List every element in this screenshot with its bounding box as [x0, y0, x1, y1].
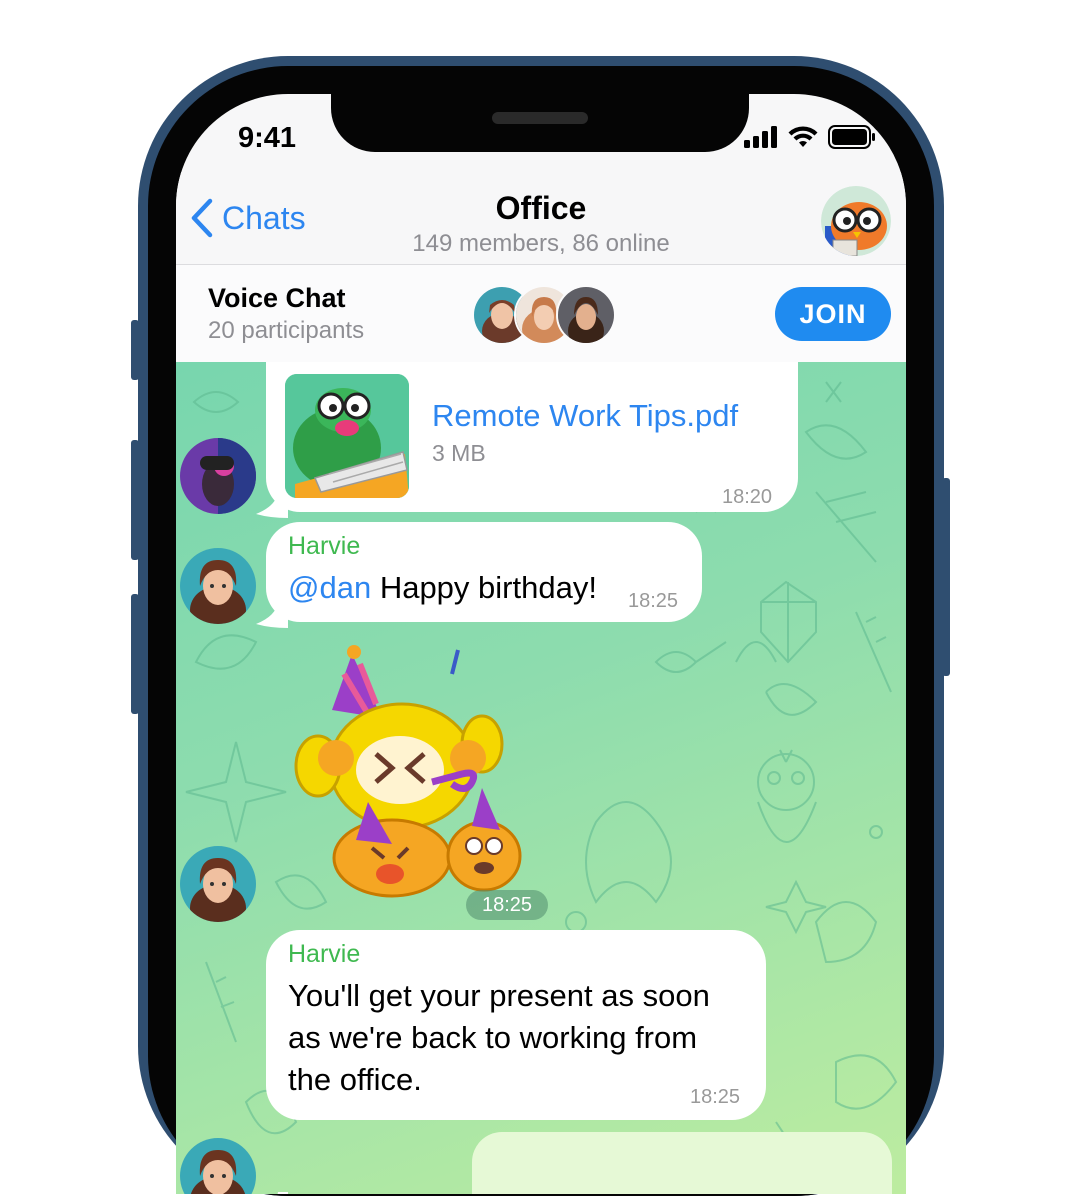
volume-down-button: [131, 594, 139, 714]
battery-icon: [828, 125, 875, 149]
sticker-time: 18:25: [466, 890, 548, 920]
sender-avatar[interactable]: [180, 438, 256, 514]
join-voice-chat-button[interactable]: JOIN: [775, 287, 891, 341]
harvie-avatar[interactable]: [180, 548, 256, 624]
harvie-avatar[interactable]: [180, 846, 256, 922]
voice-chat-participants: 20 participants: [208, 317, 365, 344]
wifi-icon: [788, 126, 818, 147]
message-text: @dan Happy birthday!: [288, 566, 597, 609]
power-button: [942, 478, 950, 676]
participant-avatars: [472, 285, 616, 345]
participant-avatar: [556, 285, 616, 345]
outgoing-message-bubble[interactable]: [472, 1132, 892, 1194]
file-thumbnail[interactable]: [285, 374, 409, 498]
message-line: as we're back to working from: [288, 1020, 698, 1055]
signal-icon: [744, 126, 777, 148]
phone-screen: 9:41 Chats Office 149 members, 86 online: [176, 94, 906, 1194]
bubble-tail: [277, 1192, 288, 1194]
message-time: 18:20: [722, 486, 773, 508]
chat-title[interactable]: Office: [176, 190, 906, 227]
notch: [331, 94, 749, 152]
birthday-monkey-sticker[interactable]: [272, 634, 552, 924]
file-name-link[interactable]: Remote Work Tips.pdf: [432, 398, 738, 434]
status-time: 9:41: [238, 122, 297, 154]
voice-chat-bar[interactable]: Voice Chat 20 participants JOIN: [176, 264, 906, 364]
chat-header: Chats Office 149 members, 86 online: [176, 172, 906, 264]
speaker: [492, 112, 588, 124]
text-message-bubble[interactable]: Harvie You'll get your present as soon a…: [266, 930, 766, 1120]
nerd-owl-avatar-icon: [821, 186, 891, 256]
message-time: 18:25: [690, 1086, 741, 1108]
message-body: Happy birthday!: [371, 570, 597, 605]
chat-subtitle: 149 members, 86 online: [412, 230, 670, 257]
mention-link[interactable]: @dan: [288, 570, 371, 605]
sender-name[interactable]: Harvie: [288, 940, 360, 969]
file-size: 3 MB: [432, 440, 486, 466]
file-message-bubble[interactable]: Remote Work Tips.pdf 3 MB 18:20: [266, 362, 798, 512]
message-line: the office.: [288, 1062, 422, 1097]
message-list[interactable]: Remote Work Tips.pdf 3 MB 18:20 Harvie @…: [176, 362, 906, 1194]
status-icons: [744, 124, 876, 150]
group-avatar[interactable]: [821, 186, 891, 256]
message-time: 18:25: [628, 590, 679, 612]
mute-switch: [131, 320, 139, 380]
sender-name[interactable]: Harvie: [288, 532, 360, 561]
voice-chat-title: Voice Chat: [208, 283, 346, 313]
message-line: You'll get your present as soon: [288, 978, 710, 1013]
text-message-bubble[interactable]: Harvie @dan Happy birthday! 18:25: [266, 522, 702, 622]
volume-up-button: [131, 440, 139, 560]
